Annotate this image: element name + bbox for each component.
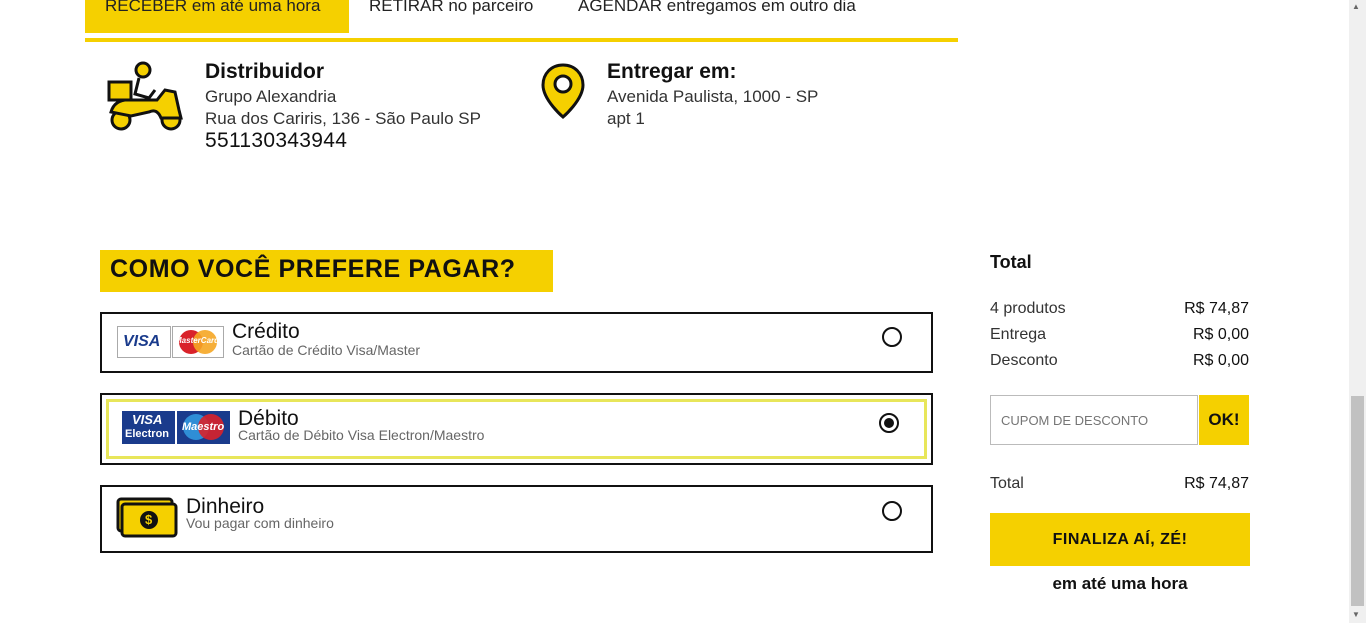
summary-discount-label: Desconto [990, 352, 1058, 369]
distributor-name: Grupo Alexandria [205, 87, 337, 106]
summary-discount-value: R$ 0,00 [1192, 352, 1249, 369]
distributor-phone: 551130343944 [205, 129, 348, 152]
maestro-logo-text: Maestro [182, 421, 225, 433]
cash-radio[interactable] [882, 501, 902, 521]
credit-radio[interactable] [882, 327, 902, 347]
scrollbar-thumb[interactable] [1351, 396, 1364, 606]
credit-sub: Cartão de Crédito Visa/Master [232, 342, 421, 358]
payment-option-debit[interactable]: VISA Electron Maestro Débito Cartão de D… [100, 393, 933, 465]
visa-electron-text-1: VISA [132, 412, 163, 427]
summary-delivery-value: R$ 0,00 [1192, 326, 1249, 343]
visa-logo: VISA [117, 326, 171, 358]
payment-option-cash[interactable]: $ Dinheiro Vou pagar com dinheiro [100, 485, 933, 553]
delivery-line2: apt 1 [607, 109, 645, 128]
scroll-up-arrow-icon[interactable]: ▲ [1352, 2, 1360, 11]
distributor-title: Distribuidor [205, 60, 324, 83]
visa-electron-text-2: Electron [125, 428, 170, 440]
coupon-ok-button[interactable]: OK! [1199, 395, 1249, 445]
credit-name: Crédito [232, 320, 300, 343]
cash-icon: $ [116, 497, 178, 539]
summary-products-value: R$ 74,87 [1184, 300, 1249, 317]
summary-products-label: 4 produtos [990, 300, 1066, 317]
mastercard-logo: MasterCard [172, 326, 224, 358]
tab-receber-label: RECEBER em até uma hora [105, 0, 321, 15]
maestro-logo: Maestro [177, 411, 230, 444]
delivery-scooter-icon [105, 60, 187, 132]
summary-total-value: R$ 74,87 [1184, 475, 1249, 492]
distributor-address: Rua dos Cariris, 136 - São Paulo SP [205, 109, 481, 128]
location-pin-icon [540, 62, 586, 120]
visa-electron-logo: VISA Electron [122, 411, 175, 444]
cash-sub: Vou pagar com dinheiro [186, 515, 334, 531]
delivery-title: Entregar em: [607, 60, 737, 83]
payment-title: COMO VOCÊ PREFERE PAGAR? [100, 250, 553, 292]
tab-retirar[interactable]: RETIRAR no parceiro [349, 0, 558, 33]
payment-option-credit[interactable]: VISA MasterCard Crédito Cartão de Crédit… [100, 312, 933, 373]
summary-delivery-label: Entrega [990, 326, 1047, 343]
delivery-tabs: RECEBER em até uma hora RETIRAR no parce… [85, 0, 958, 42]
tab-agendar-label: AGENDAR entregamos em outro dia [578, 0, 856, 15]
summary-title: Total [990, 252, 1032, 272]
finalize-button[interactable]: FINALIZA AÍ, ZÉ! [990, 513, 1250, 566]
debit-radio[interactable] [879, 413, 899, 433]
coupon-input[interactable] [990, 395, 1198, 445]
delivery-note: em até uma hora [1052, 574, 1188, 593]
tab-agendar[interactable]: AGENDAR entregamos em outro dia [558, 0, 888, 33]
visa-logo-text: VISA [123, 333, 161, 350]
tab-receber[interactable]: RECEBER em até uma hora [85, 0, 349, 33]
tab-retirar-label: RETIRAR no parceiro [369, 0, 534, 15]
cash-symbol: $ [145, 512, 153, 527]
debit-sub: Cartão de Débito Visa Electron/Maestro [238, 427, 485, 443]
scroll-down-arrow-icon[interactable]: ▼ [1352, 610, 1360, 619]
delivery-line1: Avenida Paulista, 1000 - SP [607, 87, 819, 106]
mastercard-logo-text: MasterCard [175, 336, 220, 345]
summary-total-label: Total [990, 475, 1024, 492]
